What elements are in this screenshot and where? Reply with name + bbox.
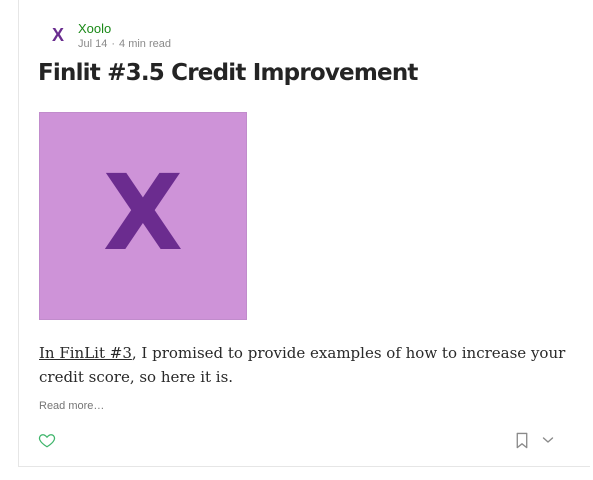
meta-separator: · xyxy=(111,38,116,50)
post-card: X Xoolo Jul 14 · 4 min read Finlit #3.5 Cr… xyxy=(18,0,590,467)
post-title[interactable]: Finlit #3.5 Credit Improvement xyxy=(38,58,418,88)
post-image[interactable]: X xyxy=(39,112,247,320)
heart-icon[interactable] xyxy=(38,431,56,449)
post-date: Jul 14 xyxy=(78,38,108,50)
chevron-down-icon[interactable] xyxy=(542,435,554,445)
author-avatar[interactable]: X xyxy=(47,24,69,46)
bookmark-icon[interactable] xyxy=(515,432,529,449)
read-time: 4 min read xyxy=(119,38,172,50)
post-excerpt: In FinLit #3, I promised to provide exam… xyxy=(39,341,579,389)
image-logo-letter: X xyxy=(102,152,184,274)
author-name[interactable]: Xoolo xyxy=(78,21,111,37)
finlit-3-link[interactable]: In FinLit #3 xyxy=(39,344,132,362)
read-more-link[interactable]: Read more… xyxy=(39,399,104,413)
post-meta: Jul 14 · 4 min read xyxy=(78,37,171,51)
